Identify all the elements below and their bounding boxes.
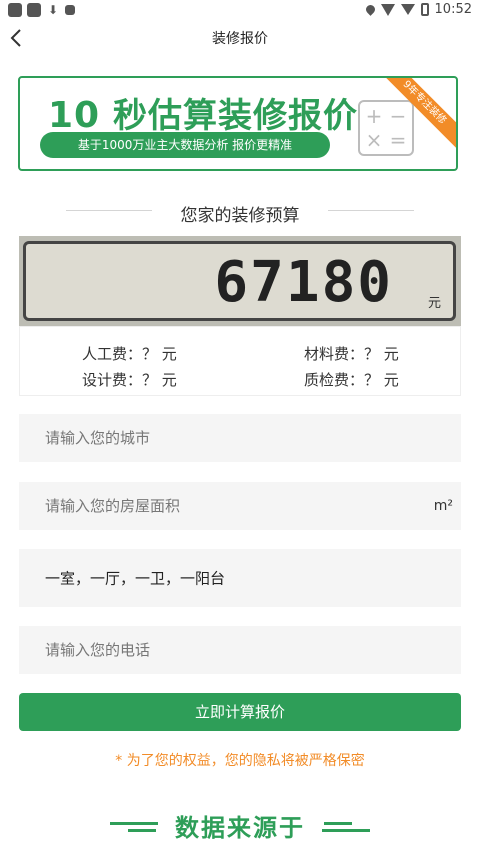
battery-icon bbox=[420, 3, 429, 16]
app-bar: 装修报价 bbox=[0, 20, 480, 56]
layout-field[interactable]: 一室，一厅，一卫，一阳台 bbox=[19, 549, 461, 607]
lcd-screen: 67180 元 bbox=[23, 241, 456, 321]
material-fee: 材料费：？ 元 bbox=[304, 345, 399, 363]
location-icon bbox=[363, 3, 377, 16]
signal-icon bbox=[400, 4, 415, 15]
design-fee: 设计费：？ 元 bbox=[82, 371, 177, 389]
download-icon: ⬇ bbox=[47, 3, 59, 17]
area-field: m² bbox=[19, 482, 461, 530]
phone-field bbox=[19, 626, 461, 674]
banner-subtitle: 基于1000万业主大数据分析 报价更精准 bbox=[40, 132, 330, 158]
privacy-note: * 为了您的权益，您的隐私将被严格保密 bbox=[115, 753, 365, 769]
layout-value: 一室，一厅，一卫，一阳台 bbox=[45, 569, 226, 588]
divider-line bbox=[328, 210, 414, 211]
decor-line bbox=[324, 822, 352, 825]
main-content: 10 秒估算装修报价 基于1000万业主大数据分析 报价更精准 + − × = … bbox=[0, 56, 480, 853]
status-time: 10:52 bbox=[434, 2, 472, 17]
decor-line bbox=[322, 829, 370, 832]
labor-fee: 人工费：？ 元 bbox=[82, 345, 177, 363]
data-source-title: 数据来源于 bbox=[175, 814, 305, 842]
budget-unit: 元 bbox=[427, 296, 441, 311]
status-bar: ⬇ 10:52 bbox=[0, 0, 480, 20]
calculator-icon: + − × = bbox=[358, 100, 414, 156]
budget-value: 67180 bbox=[214, 250, 393, 315]
inspection-fee: 质检费：？ 元 bbox=[304, 371, 399, 389]
area-input[interactable] bbox=[19, 482, 461, 530]
city-input[interactable] bbox=[19, 414, 461, 462]
area-unit: m² bbox=[433, 498, 453, 514]
notification-icon bbox=[27, 3, 41, 17]
calculate-button[interactable]: 立即计算报价 bbox=[19, 693, 461, 731]
budget-display: 67180 元 bbox=[19, 236, 461, 326]
banner-title: 10 秒估算装修报价 bbox=[48, 95, 358, 136]
wifi-icon bbox=[380, 3, 395, 16]
budget-title: 您家的装修预算 bbox=[180, 206, 300, 226]
fee-breakdown: 人工费：？ 元 材料费：？ 元 设计费：？ 元 质检费：？ 元 bbox=[19, 326, 461, 396]
notification-icon bbox=[8, 3, 22, 17]
page-title: 装修报价 bbox=[212, 31, 268, 47]
city-field bbox=[19, 414, 461, 462]
phone-input[interactable] bbox=[19, 626, 461, 674]
notification-icon bbox=[65, 5, 75, 15]
promo-banner: 10 秒估算装修报价 基于1000万业主大数据分析 报价更精准 + − × = … bbox=[18, 76, 458, 171]
